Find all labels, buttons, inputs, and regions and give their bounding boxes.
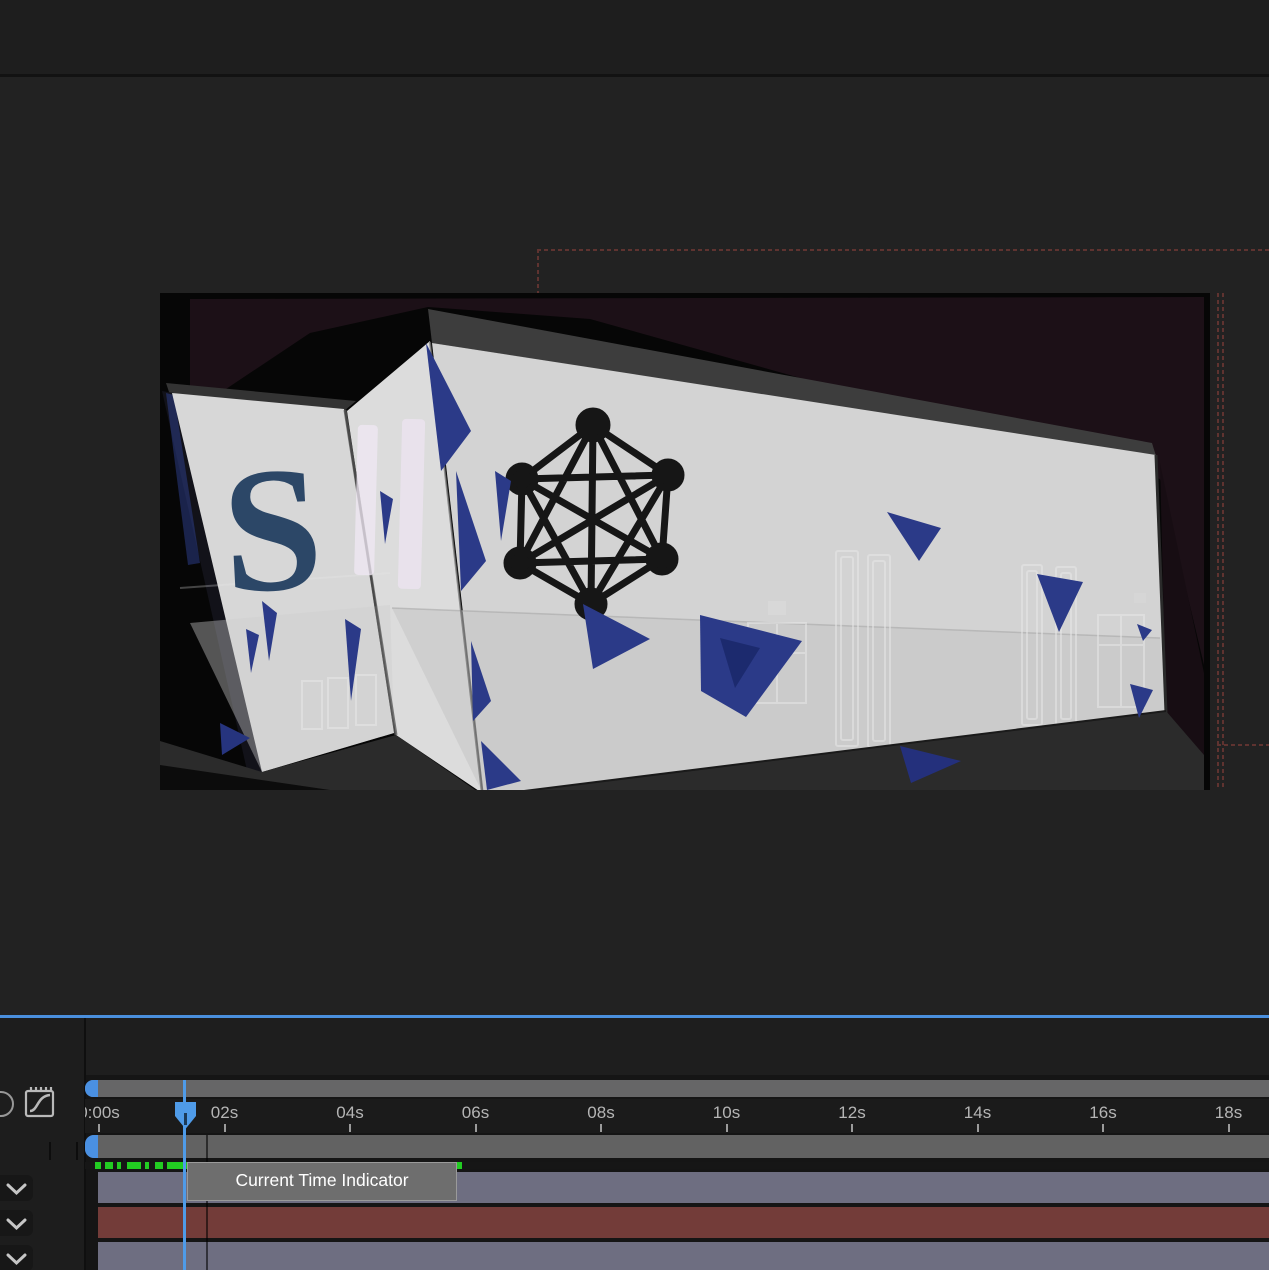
ruler-tick <box>851 1124 853 1132</box>
layer-outline-right-1 <box>1217 293 1219 790</box>
playhead-icon <box>174 1101 197 1130</box>
ruler-label: 10s <box>713 1103 740 1123</box>
graph-editor-icon <box>22 1084 58 1120</box>
composition-panel: S <box>0 77 1269 1015</box>
work-area-bar[interactable] <box>85 1135 1269 1158</box>
layer-outline-left <box>537 249 539 294</box>
viewer-toolbar: alf) <box>0 955 1269 1015</box>
ruler-label: 08s <box>587 1103 614 1123</box>
ruler-tick <box>977 1124 979 1132</box>
layer-boundary-line <box>206 1135 208 1270</box>
ruler-label: 02s <box>211 1103 238 1123</box>
ruler-tick <box>726 1124 728 1132</box>
layer-outline-top <box>537 249 1269 251</box>
ruler-label: 14s <box>964 1103 991 1123</box>
work-area-left-cap[interactable] <box>85 1135 98 1158</box>
ruler-label: 0:00s <box>85 1103 120 1123</box>
top-bar <box>0 0 1269 77</box>
ruler-label: 04s <box>336 1103 363 1123</box>
timeline-horizontal-scrollbar[interactable] <box>85 1080 1269 1097</box>
layer-track-bar[interactable] <box>98 1242 1269 1270</box>
ruler-tick <box>1102 1124 1104 1132</box>
time-ruler[interactable]: 0:00s 02s 04s 06s 08s 10s 12s 14s 16s 18s <box>85 1099 1269 1133</box>
ruler-label: 18s <box>1215 1103 1242 1123</box>
cache-segment <box>117 1162 121 1169</box>
composition-viewport[interactable]: S <box>160 293 1210 790</box>
layer-twirl-button[interactable] <box>0 1175 33 1201</box>
current-time-indicator-head[interactable] <box>174 1101 197 1135</box>
ruler-tick <box>224 1124 226 1132</box>
ruler-label: 12s <box>838 1103 865 1123</box>
ruler-tick <box>475 1124 477 1132</box>
cache-segment <box>95 1162 101 1169</box>
ruler-label: 06s <box>462 1103 489 1123</box>
after-effects-window: S <box>0 0 1269 1270</box>
ruler-tick <box>349 1124 351 1132</box>
ruler-label: 16s <box>1089 1103 1116 1123</box>
ruler-tick <box>98 1124 100 1132</box>
layer-outline-bottom <box>1217 744 1269 746</box>
ruler-tick <box>600 1124 602 1132</box>
ruler-tick <box>1228 1124 1230 1132</box>
layer-twirl-button[interactable] <box>0 1210 33 1236</box>
column-tick <box>49 1142 51 1160</box>
graph-editor-button[interactable] <box>22 1084 58 1120</box>
cache-segment <box>155 1162 163 1169</box>
layer-twirl-button[interactable] <box>0 1245 33 1270</box>
wall-letter-s: S <box>218 428 327 631</box>
layer-track-bar[interactable] <box>98 1207 1269 1238</box>
layer-outline-right-2 <box>1222 293 1224 790</box>
cache-segment <box>145 1162 149 1169</box>
scrollbar-left-cap[interactable] <box>85 1080 98 1097</box>
cache-segment <box>105 1162 113 1169</box>
cache-segment <box>127 1162 141 1169</box>
column-tick <box>76 1142 78 1160</box>
tooltip: Current Time Indicator <box>187 1162 457 1201</box>
timeline-panel: 0:00s 02s 04s 06s 08s 10s 12s 14s 16s 18s Current… <box>0 1018 1269 1270</box>
